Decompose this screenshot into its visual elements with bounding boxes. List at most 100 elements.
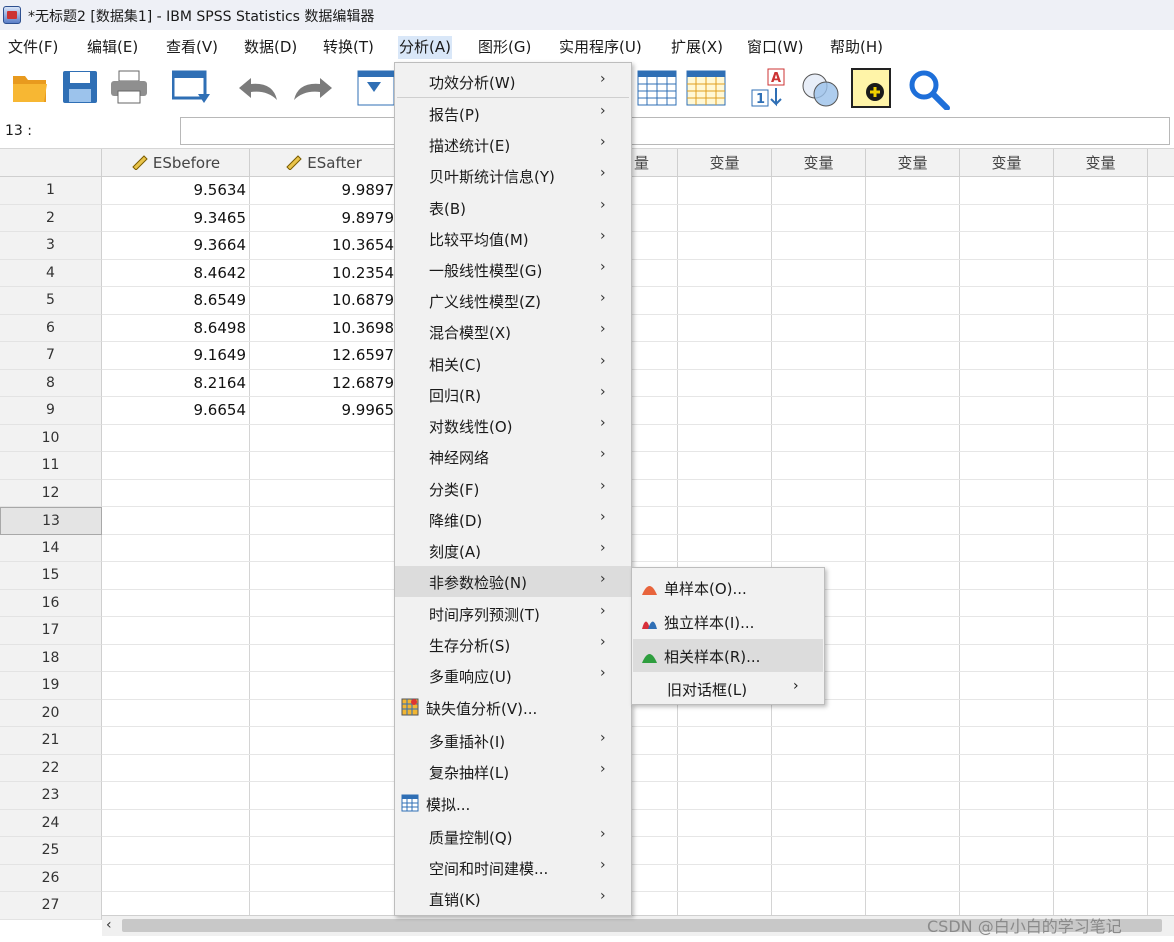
cell-esafter[interactable]: 10.3698 — [250, 315, 398, 342]
menu-window[interactable]: 窗口(W) — [746, 36, 805, 59]
row-number[interactable]: 14 — [0, 534, 102, 562]
analyze-menu-item[interactable]: 模拟... — [395, 788, 631, 819]
row-number[interactable]: 10 — [0, 424, 102, 452]
row-number[interactable]: 6 — [0, 314, 102, 342]
row-number[interactable]: 25 — [0, 837, 102, 865]
cell-esafter[interactable]: 10.6879 — [250, 287, 398, 314]
column-header-esbefore[interactable]: ESbefore — [102, 149, 250, 177]
analyze-menu-item[interactable]: 广义线性模型(Z) › — [395, 285, 631, 316]
weight-cases-icon[interactable] — [686, 70, 726, 106]
print-icon[interactable] — [110, 70, 148, 104]
cell-esbefore[interactable]: 9.1649 — [102, 342, 250, 369]
row-number[interactable]: 11 — [0, 452, 102, 480]
menu-help[interactable]: 帮助(H) — [829, 36, 884, 59]
cell-esbefore[interactable]: 8.2164 — [102, 370, 250, 397]
row-number[interactable]: 17 — [0, 617, 102, 645]
analyze-menu-item[interactable]: 回归(R) › — [395, 379, 631, 410]
nonparametric-submenu-item[interactable]: 单样本(O)... — [633, 571, 823, 604]
row-number[interactable]: 16 — [0, 589, 102, 617]
row-number[interactable]: 27 — [0, 892, 102, 920]
save-icon[interactable] — [62, 70, 98, 104]
analyze-menu-item[interactable]: 降维(D) › — [395, 504, 631, 535]
dialog-recall-icon[interactable] — [172, 70, 212, 106]
analyze-menu-item[interactable]: 对数线性(O) › — [395, 410, 631, 441]
row-number[interactable]: 7 — [0, 342, 102, 370]
row-number[interactable]: 13 — [0, 507, 102, 535]
cell-esbefore[interactable]: 8.4642 — [102, 260, 250, 287]
row-number[interactable]: 20 — [0, 699, 102, 727]
nonparametric-submenu-item[interactable]: 相关样本(R)... — [633, 639, 823, 672]
column-header-var[interactable]: 变量 — [960, 149, 1054, 177]
analyze-menu-item[interactable]: 一般线性模型(G) › — [395, 254, 631, 285]
analyze-menu-item[interactable]: 多重插补(I) › — [395, 725, 631, 756]
use-variable-sets-icon[interactable] — [800, 70, 842, 108]
nonparametric-submenu-item[interactable]: 旧对话框(L) › — [633, 672, 823, 705]
cell-esbefore[interactable]: 9.3465 — [102, 205, 250, 232]
row-number[interactable]: 22 — [0, 754, 102, 782]
analyze-menu-item[interactable]: 报告(P) › — [395, 98, 631, 129]
analyze-menu-item[interactable]: 功效分析(W) › — [395, 66, 631, 97]
nonparametric-submenu-item[interactable]: 独立样本(I)... — [633, 605, 823, 638]
column-header-var-cut[interactable] — [1148, 149, 1174, 177]
scroll-left-icon[interactable]: ‹ — [106, 917, 112, 933]
cell-editor-input[interactable] — [180, 117, 1170, 145]
menu-analyze[interactable]: 分析(A) — [398, 36, 452, 59]
analyze-menu-item[interactable]: 多重响应(U) › — [395, 660, 631, 691]
row-number[interactable]: 9 — [0, 397, 102, 425]
redo-icon[interactable] — [292, 76, 334, 102]
analyze-menu-item[interactable]: 混合模型(X) › — [395, 316, 631, 347]
row-number[interactable]: 26 — [0, 864, 102, 892]
analyze-menu-item[interactable]: 描述统计(E) › — [395, 129, 631, 160]
analyze-menu-item[interactable]: 贝叶斯统计信息(Y) › — [395, 160, 631, 191]
column-header-var[interactable]: 变量 — [678, 149, 772, 177]
menu-extensions[interactable]: 扩展(X) — [670, 36, 724, 59]
analyze-menu-item[interactable]: 比较平均值(M) › — [395, 223, 631, 254]
analyze-menu-item[interactable]: 非参数检验(N) › — [395, 566, 631, 597]
cell-esafter[interactable]: 10.3654 — [250, 232, 398, 259]
menu-view[interactable]: 查看(V) — [165, 36, 219, 59]
analyze-menu-item[interactable]: 空间和时间建模... › — [395, 852, 631, 883]
row-number[interactable]: 15 — [0, 562, 102, 590]
analyze-menu-item[interactable]: 表(B) › — [395, 192, 631, 223]
column-header-var[interactable]: 变量 — [1054, 149, 1148, 177]
column-header-var[interactable]: 变量 — [866, 149, 960, 177]
row-number[interactable]: 5 — [0, 287, 102, 315]
analyze-menu-item[interactable]: 相关(C) › — [395, 348, 631, 379]
cell-esafter[interactable]: 12.6597 — [250, 342, 398, 369]
cell-esafter[interactable]: 9.8979 — [250, 205, 398, 232]
cell-esafter[interactable]: 9.9897 — [250, 177, 398, 204]
open-folder-icon[interactable] — [12, 70, 48, 104]
analyze-menu-item[interactable]: 时间序列预测(T) › — [395, 598, 631, 629]
cell-esafter[interactable]: 9.9965 — [250, 397, 398, 424]
column-header-var[interactable]: 变量 — [772, 149, 866, 177]
analyze-menu-item[interactable]: 直销(K) › — [395, 883, 631, 914]
menu-utilities[interactable]: 实用程序(U) — [558, 36, 643, 59]
value-labels-icon[interactable]: A 1 — [750, 68, 790, 108]
column-header-esafter[interactable]: ESafter — [250, 149, 398, 177]
cell-esafter[interactable]: 10.2354 — [250, 260, 398, 287]
analyze-menu-item[interactable]: 缺失值分析(V)... — [395, 692, 631, 723]
analyze-menu-item[interactable]: 复杂抽样(L) › — [395, 756, 631, 787]
row-number[interactable]: 19 — [0, 672, 102, 700]
analyze-menu-item[interactable]: 神经网络 › — [395, 441, 631, 472]
goto-case-icon[interactable] — [357, 70, 395, 106]
spss-app-icon[interactable] — [3, 6, 21, 24]
cell-esbefore[interactable]: 9.5634 — [102, 177, 250, 204]
row-number[interactable]: 2 — [0, 204, 102, 232]
corner-header[interactable] — [0, 149, 102, 177]
menu-file[interactable]: 文件(F) — [7, 36, 59, 59]
cell-esbefore[interactable]: 8.6498 — [102, 315, 250, 342]
cell-esafter[interactable]: 12.6879 — [250, 370, 398, 397]
analyze-menu-item[interactable]: 生存分析(S) › — [395, 629, 631, 660]
row-number[interactable]: 8 — [0, 369, 102, 397]
split-file-icon[interactable] — [637, 70, 677, 106]
show-all-variables-icon[interactable] — [851, 68, 891, 108]
menu-transform[interactable]: 转换(T) — [322, 36, 375, 59]
row-number[interactable]: 24 — [0, 809, 102, 837]
row-number[interactable]: 21 — [0, 727, 102, 755]
menu-data[interactable]: 数据(D) — [243, 36, 298, 59]
menu-graphs[interactable]: 图形(G) — [477, 36, 532, 59]
row-number[interactable]: 1 — [0, 177, 102, 205]
analyze-menu-item[interactable]: 刻度(A) › — [395, 535, 631, 566]
cell-esbefore[interactable]: 9.3664 — [102, 232, 250, 259]
